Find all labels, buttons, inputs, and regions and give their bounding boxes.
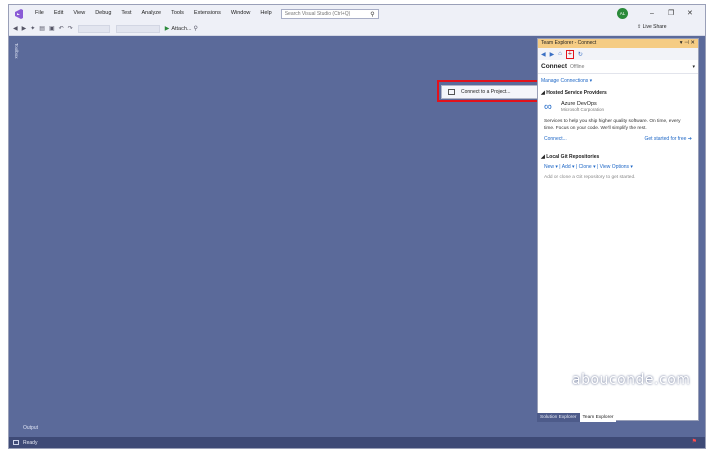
status-icon — [13, 440, 19, 445]
minimize-icon[interactable]: – — [650, 5, 654, 22]
menu-test[interactable]: Test — [116, 5, 136, 22]
menu-debug[interactable]: Debug — [90, 5, 116, 22]
toolbar: ◀ ▶ ✦ ▤ ▣ ↶ ↷ ▶ Attach... ⚲ — [9, 22, 705, 36]
azure-devops-provider: ∞ Azure DevOps Microsoft Corporation — [538, 98, 698, 116]
maximize-icon[interactable]: ❐ — [668, 5, 674, 22]
start-icon[interactable]: ▶ — [165, 25, 170, 32]
live-share-button[interactable]: ⇪ Live Share — [637, 24, 667, 30]
new-project-icon[interactable]: ✦ — [30, 25, 35, 32]
refresh-icon[interactable]: ↻ — [578, 51, 583, 58]
visual-studio-logo-icon — [14, 8, 24, 19]
team-explorer-toolbar: ◀ ▶ ⌂ ⏚ ↻ — [538, 48, 698, 60]
team-explorer-title-bar: Team Explorer - Connect ▾ ⊣ ✕ — [538, 39, 698, 48]
git-actions: New ▾ | Add ▾ | Clone ▾ | View Options ▾ — [544, 164, 633, 170]
git-description: Add or clone a Git repository to get sta… — [544, 175, 636, 180]
menu-edit[interactable]: Edit — [49, 5, 68, 22]
live-share-icon: ⇪ — [637, 24, 642, 30]
home-icon[interactable]: ⌂ — [558, 51, 562, 57]
back-icon[interactable]: ◀ — [13, 25, 18, 32]
open-folder-icon[interactable]: ▤ — [39, 25, 45, 32]
chevron-down-icon: ▾ — [589, 78, 593, 84]
watermark: abouconde.com — [572, 372, 691, 388]
attach-button[interactable]: Attach... — [171, 26, 191, 32]
manage-connections-link[interactable]: Manage Connections ▾ — [538, 74, 698, 88]
get-started-link[interactable]: Get started for free — [644, 136, 686, 142]
menu-extensions[interactable]: Extensions — [189, 5, 226, 22]
vs-window: File Edit View Debug Test Analyze Tools … — [8, 4, 706, 449]
tab-team-explorer[interactable]: Team Explorer — [579, 413, 617, 422]
panel-tabs: Solution Explorer Team Explorer — [537, 413, 617, 422]
redo-icon[interactable]: ↷ — [68, 25, 73, 32]
git-view-options-button[interactable]: View Options — [600, 164, 629, 170]
find-icon[interactable]: ⚲ — [194, 25, 198, 32]
connect-plug-icon[interactable]: ⏚ — [565, 49, 574, 59]
page-title: Connect — [541, 63, 567, 70]
git-add-button[interactable]: Add — [562, 164, 571, 170]
menu-bar: File Edit View Debug Test Analyze Tools … — [9, 5, 705, 22]
arrow-right-icon[interactable]: ➔ — [688, 136, 692, 142]
close-icon[interactable]: ✕ — [687, 5, 693, 22]
highlight-box — [437, 80, 541, 102]
back-icon[interactable]: ◀ — [541, 51, 546, 58]
menu-analyze[interactable]: Analyze — [137, 5, 167, 22]
search-placeholder: Search Visual Studio (Ctrl+Q) — [284, 10, 351, 17]
search-input[interactable]: Search Visual Studio (Ctrl+Q) ⚲ — [280, 8, 379, 19]
live-share-label: Live Share — [642, 24, 667, 30]
manage-connections-label: Manage Connections — [541, 78, 589, 84]
menu-help[interactable]: Help — [255, 5, 276, 22]
menu-tools[interactable]: Tools — [166, 5, 189, 22]
search-icon: ⚲ — [370, 11, 375, 18]
git-section-header[interactable]: ◢ Local Git Repositories — [538, 152, 698, 162]
save-icon[interactable]: ▣ — [49, 25, 55, 32]
toolbox-tab[interactable]: Toolbox — [11, 43, 19, 59]
status-text: Ready — [23, 439, 38, 446]
status-bar: Ready ⚑ — [9, 437, 705, 448]
output-tab[interactable]: Output — [23, 425, 38, 431]
menu-view[interactable]: View — [68, 5, 90, 22]
provider-description: Services to help you ship higher quality… — [544, 119, 681, 131]
hosted-section-header[interactable]: ◢ Hosted Service Providers — [538, 88, 698, 98]
connect-header: Connect Offline ▾ — [538, 60, 698, 74]
git-new-button[interactable]: New — [544, 164, 554, 170]
team-explorer-panel: Team Explorer - Connect ▾ ⊣ ✕ ◀ ▶ ⌂ ⏚ ↻ … — [537, 38, 699, 421]
forward-icon[interactable]: ▶ — [550, 51, 555, 58]
undo-icon[interactable]: ↶ — [59, 25, 64, 32]
git-clone-button[interactable]: Clone — [579, 164, 592, 170]
git-section-title: Local Git Repositories — [546, 154, 600, 160]
avatar[interactable]: AL — [617, 8, 628, 19]
provider-company: Microsoft Corporation — [561, 107, 605, 112]
team-explorer-title: Team Explorer - Connect — [541, 40, 597, 46]
chevron-down-icon[interactable]: ▾ — [692, 64, 695, 70]
tab-solution-explorer[interactable]: Solution Explorer — [537, 413, 580, 422]
platform-dropdown[interactable] — [115, 24, 160, 33]
hosted-section-title: Hosted Service Providers — [546, 90, 607, 96]
configuration-dropdown[interactable] — [77, 24, 110, 33]
status-text: Offline — [570, 63, 585, 70]
connect-link[interactable]: Connect... — [544, 136, 567, 142]
menu-file[interactable]: File — [30, 5, 49, 22]
panel-controls[interactable]: ▾ ⊣ ✕ — [680, 39, 695, 48]
forward-icon[interactable]: ▶ — [22, 25, 27, 32]
azure-devops-icon: ∞ — [544, 101, 552, 113]
notification-icon[interactable]: ⚑ — [692, 438, 697, 445]
menu-window[interactable]: Window — [226, 5, 256, 22]
